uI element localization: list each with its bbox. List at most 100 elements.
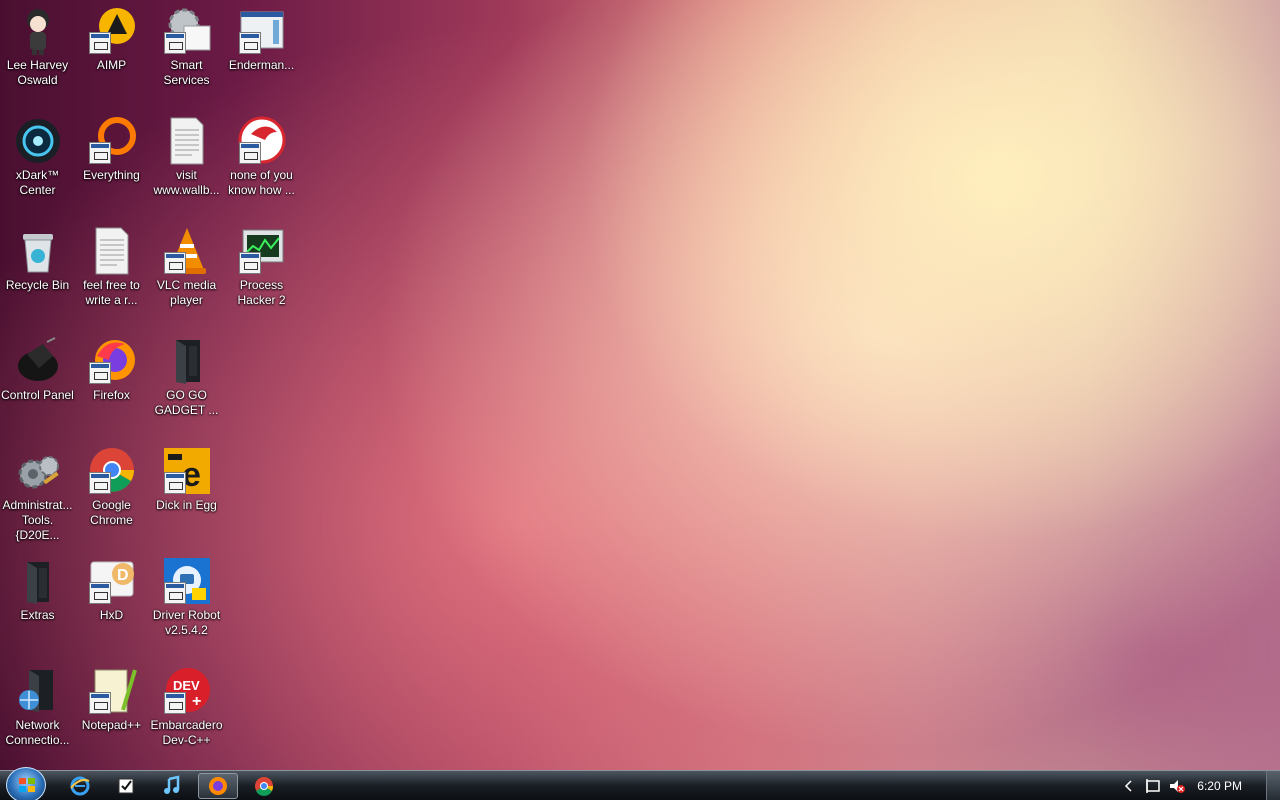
taskbar-clock[interactable]: 6:20 PM [1197, 779, 1242, 793]
desktop-icon-extras[interactable]: Extras [0, 550, 75, 650]
desktop-icon-embarcadero-dev-cpp[interactable]: DEV + Embarcadero Dev-C++ [149, 660, 224, 760]
internet-explorer-icon [70, 776, 90, 796]
taskbar-chrome[interactable] [244, 773, 284, 799]
start-button[interactable] [6, 767, 46, 800]
desktop-icon-none-of-you-know[interactable]: none of you know how ... [224, 110, 299, 210]
icon-label: Lee Harvey Oswald [6, 58, 69, 87]
desktop-icon-aimp[interactable]: AIMP [74, 0, 149, 100]
icon-label: Enderman... [228, 58, 295, 72]
firefox-icon [209, 777, 227, 795]
desktop: Lee Harvey Oswald xDark™ Center Recycle … [0, 0, 1280, 770]
desktop-icon-administrative-tools[interactable]: Administrat... Tools.{D20E... [0, 440, 75, 542]
icon-label: xDark™ Center [15, 168, 60, 197]
control-panel-icon [13, 336, 63, 386]
app-window-badge-icon [88, 582, 111, 604]
icon-label: AIMP [96, 58, 127, 72]
taskbar-firefox[interactable] [198, 773, 238, 799]
chevron-left-icon[interactable] [1124, 780, 1134, 792]
system-tray: 6:20 PM [1110, 771, 1280, 800]
svg-text:DEV: DEV [173, 678, 200, 693]
vlc-icon [162, 226, 212, 276]
gear-icon [162, 6, 212, 56]
dark-folder-icon [162, 336, 212, 386]
app-window-badge-icon [88, 142, 111, 164]
desktop-icon-feel-free-to-write[interactable]: feel free to write a r... [74, 220, 149, 320]
app-window-badge-icon [163, 472, 186, 494]
icon-label: Dick in Egg [156, 498, 217, 512]
icon-label: Firefox [93, 388, 130, 402]
icon-label: Notepad++ [81, 718, 142, 732]
taskbar: 6:20 PM [0, 767, 1280, 800]
desktop-icon-vlc-media-player[interactable]: VLC media player [149, 220, 224, 320]
icon-label: Extras [20, 608, 55, 622]
desktop-icon-everything[interactable]: Everything [74, 110, 149, 210]
desktop-icon-lee-harvey-oswald[interactable]: Lee Harvey Oswald [0, 0, 75, 100]
desktop-icon-visit-wallb[interactable]: visit www.wallb... [149, 110, 224, 210]
text-document-icon [162, 116, 212, 166]
app-window-badge-icon [88, 362, 111, 384]
icon-label: Smart Services [163, 58, 210, 87]
desktop-icon-process-hacker-2[interactable]: Process Hacker 2 [224, 220, 299, 320]
hxd-icon: D [87, 556, 137, 606]
speaker-muted-icon[interactable] [1168, 778, 1186, 794]
notepad-plus-plus-icon [87, 666, 137, 716]
app-window-badge-icon [238, 32, 261, 54]
icon-label: Control Panel [1, 388, 74, 402]
icon-label: Driver Robot v2.5.4.2 [152, 608, 221, 637]
icon-label: Embarcadero Dev-C++ [150, 718, 223, 747]
svg-text:+: + [192, 693, 201, 710]
desktop-icon-control-panel[interactable]: Control Panel [0, 330, 75, 430]
desktop-icon-dick-in-egg[interactable]: e Dick in Egg [149, 440, 224, 540]
icon-label: Google Chrome [90, 498, 133, 527]
desktop-icon-network-connections[interactable]: Network Connectio... [0, 660, 75, 760]
process-hacker-icon [237, 226, 287, 276]
xdark-icon [13, 116, 63, 166]
text-document-icon [87, 226, 137, 276]
app-window-badge-icon [88, 472, 111, 494]
anime-character-icon [13, 6, 63, 56]
itunes-icon [164, 775, 180, 794]
desktop-icon-hxd[interactable]: D HxD [74, 550, 149, 650]
aimp-icon [87, 6, 137, 56]
app-window-badge-icon [238, 252, 261, 274]
app-window-badge-icon [163, 32, 186, 54]
action-center-flag-icon[interactable] [1144, 778, 1162, 794]
app-window-badge-icon [88, 692, 111, 714]
icon-label: Process Hacker 2 [237, 278, 286, 307]
desktop-icon-go-go-gadget[interactable]: GO GO GADGET ... [149, 330, 224, 430]
chrome-icon [87, 446, 137, 496]
desktop-icon-google-chrome[interactable]: Google Chrome [74, 440, 149, 540]
show-desktop-button[interactable] [1266, 771, 1280, 800]
driver-robot-icon [162, 556, 212, 606]
taskbar-internet-explorer[interactable] [60, 773, 100, 799]
recycle-bin-icon [13, 226, 63, 276]
desktop-icon-recycle-bin[interactable]: Recycle Bin [0, 220, 75, 320]
network-folder-icon [13, 666, 63, 716]
app-window-badge-icon [163, 692, 186, 714]
firefox-icon [87, 336, 137, 386]
desktop-icon-firefox[interactable]: Firefox [74, 330, 149, 430]
dark-folder-icon [13, 556, 63, 606]
app-window-badge-icon [163, 252, 186, 274]
window-app-icon [237, 6, 287, 56]
desktop-icon-enderman[interactable]: Enderman... [224, 0, 299, 100]
icon-label: visit www.wallb... [153, 168, 220, 197]
svg-text:D: D [117, 567, 129, 584]
app-window-badge-icon [163, 582, 186, 604]
task-checkbox-icon [118, 778, 134, 794]
icon-label: VLC media player [156, 278, 217, 307]
red-circle-app-icon [237, 116, 287, 166]
icon-label: Everything [83, 168, 140, 182]
egg-app-icon: e [162, 446, 212, 496]
app-window-badge-icon [238, 142, 261, 164]
desktop-icon-smart-services[interactable]: Smart Services [149, 0, 224, 100]
icon-label: Recycle Bin [5, 278, 70, 292]
desktop-icon-driver-robot[interactable]: Driver Robot v2.5.4.2 [149, 550, 224, 650]
icon-label: feel free to write a r... [83, 278, 140, 307]
taskbar-tasks[interactable] [106, 773, 146, 799]
desktop-icon-xdark-center[interactable]: xDark™ Center [0, 110, 75, 210]
taskbar-itunes[interactable] [152, 773, 192, 799]
admin-tools-icon [13, 446, 63, 496]
icon-label: HxD [99, 608, 124, 622]
desktop-icon-notepad-plus-plus[interactable]: Notepad++ [74, 660, 149, 760]
